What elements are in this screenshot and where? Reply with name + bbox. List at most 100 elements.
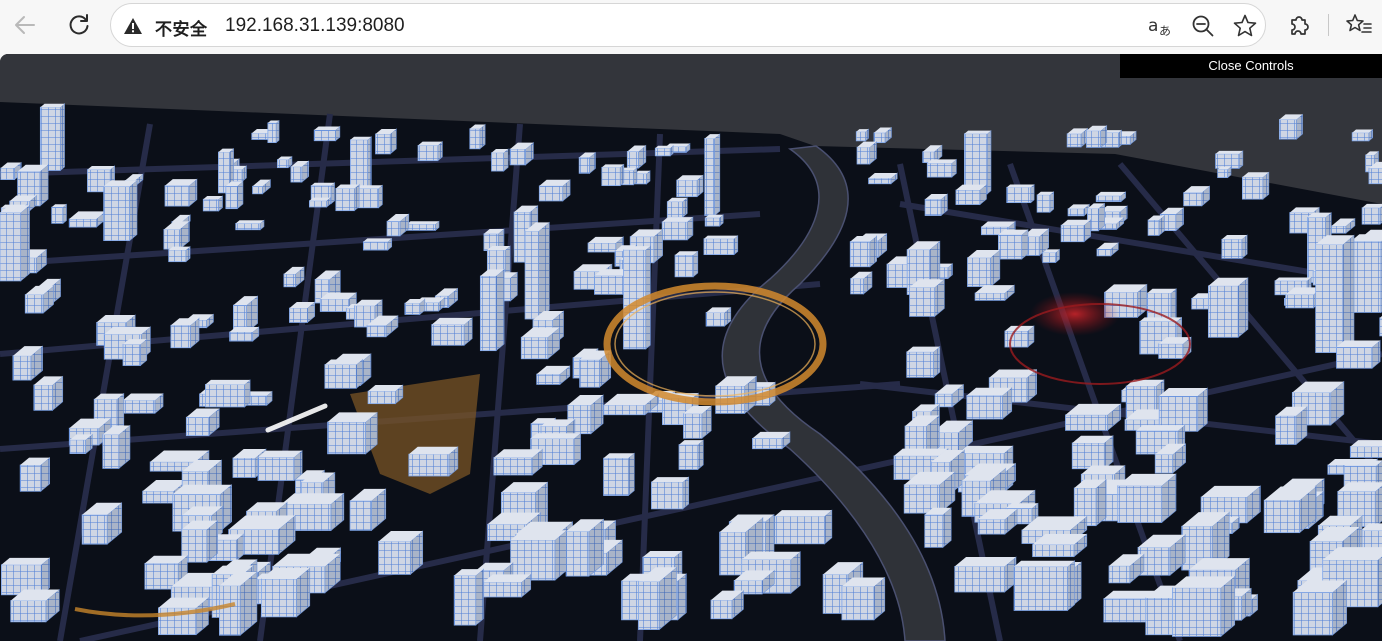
building-facade — [1095, 195, 1122, 202]
building-facade — [163, 229, 181, 250]
building-facade — [678, 444, 699, 470]
building-facade — [1004, 330, 1029, 348]
favorites-button[interactable] — [1344, 10, 1374, 40]
building-facade — [1006, 186, 1032, 204]
building-side — [697, 439, 704, 471]
building — [205, 379, 251, 408]
building-facade — [705, 312, 725, 327]
building — [1241, 171, 1270, 200]
building-facade — [349, 500, 372, 531]
building-facade — [849, 241, 871, 268]
building-facade — [967, 257, 991, 287]
back-button[interactable] — [8, 8, 42, 42]
building — [1147, 214, 1165, 237]
building-facade — [491, 152, 505, 172]
building — [0, 204, 30, 282]
building — [225, 180, 244, 210]
building — [683, 405, 712, 439]
building-facade — [1067, 208, 1085, 217]
building-facade — [1292, 591, 1333, 636]
building-facade — [594, 275, 626, 295]
building-side — [129, 179, 138, 242]
building — [924, 193, 948, 217]
building-facade — [638, 581, 660, 630]
building-facade — [661, 221, 688, 241]
building-facade — [856, 146, 871, 165]
building-facade — [1336, 346, 1373, 369]
building-side — [62, 203, 67, 224]
building — [408, 446, 459, 477]
building-roof — [1006, 184, 1035, 188]
security-label[interactable]: 不安全 — [155, 15, 208, 40]
building-facade — [1349, 446, 1382, 458]
building — [491, 148, 509, 172]
building-roof — [205, 379, 251, 385]
building-facade — [1096, 248, 1112, 257]
url-text[interactable]: 192.168.31.139:8080 — [225, 15, 405, 37]
building-facade — [710, 599, 733, 620]
building-side — [330, 182, 335, 205]
alert-hotspot — [1030, 292, 1120, 336]
building — [705, 306, 732, 327]
building-facade — [81, 514, 108, 545]
webgl-city-viewport[interactable]: Close Controls — [0, 54, 1382, 641]
address-bar[interactable]: 不安全 192.168.31.139:8080 a あ — [110, 3, 1266, 47]
building-facade — [1071, 442, 1105, 470]
building-facade — [1275, 415, 1297, 445]
building-facade — [229, 331, 254, 342]
building — [19, 456, 50, 492]
building-roof — [406, 221, 440, 225]
building-facade — [578, 157, 590, 174]
building-facade — [408, 453, 450, 477]
building-facade — [362, 241, 389, 251]
building — [849, 235, 877, 268]
building — [257, 449, 303, 482]
building-facade — [1154, 454, 1174, 474]
favorite-button[interactable] — [1231, 12, 1259, 40]
building-facade — [538, 185, 564, 202]
building-facade — [1215, 153, 1240, 169]
building-side — [692, 250, 699, 278]
back-arrow-icon — [15, 16, 35, 34]
building-roof — [87, 165, 115, 170]
building-roof — [601, 164, 624, 168]
building-facade — [327, 421, 367, 455]
building-facade — [290, 166, 303, 183]
building-facade — [1263, 499, 1301, 534]
building-roof — [927, 159, 957, 164]
extensions-button[interactable] — [1284, 10, 1314, 40]
building — [103, 179, 138, 242]
building — [924, 507, 952, 548]
building-side — [1049, 191, 1054, 213]
building-facade — [1013, 566, 1068, 611]
translate-button[interactable]: a あ — [1147, 12, 1175, 40]
building — [1217, 165, 1232, 179]
building-facade — [752, 438, 783, 450]
reload-button[interactable] — [62, 8, 96, 42]
city-scene[interactable] — [0, 54, 1382, 641]
building — [122, 338, 148, 367]
building-facade — [565, 530, 590, 577]
building — [966, 387, 1013, 420]
building — [855, 128, 869, 142]
close-controls-button[interactable]: Close Controls — [1120, 54, 1382, 78]
building-facade — [122, 344, 141, 366]
building-facade — [873, 132, 886, 144]
building-facade — [1147, 219, 1160, 236]
building-facade — [955, 189, 981, 205]
zoom-button[interactable] — [1189, 12, 1217, 40]
building-facade — [142, 490, 175, 504]
building-facade — [601, 166, 621, 187]
building-facade — [1350, 240, 1382, 313]
building — [1095, 191, 1126, 203]
building — [493, 448, 543, 476]
building-side — [633, 166, 638, 186]
building — [324, 358, 363, 389]
building-side — [573, 432, 581, 466]
building-roof — [651, 477, 689, 482]
warning-icon[interactable] — [123, 16, 143, 36]
building — [327, 411, 378, 455]
translate-icon: a あ — [1148, 16, 1171, 38]
building-facade — [868, 177, 892, 185]
building — [774, 509, 833, 545]
